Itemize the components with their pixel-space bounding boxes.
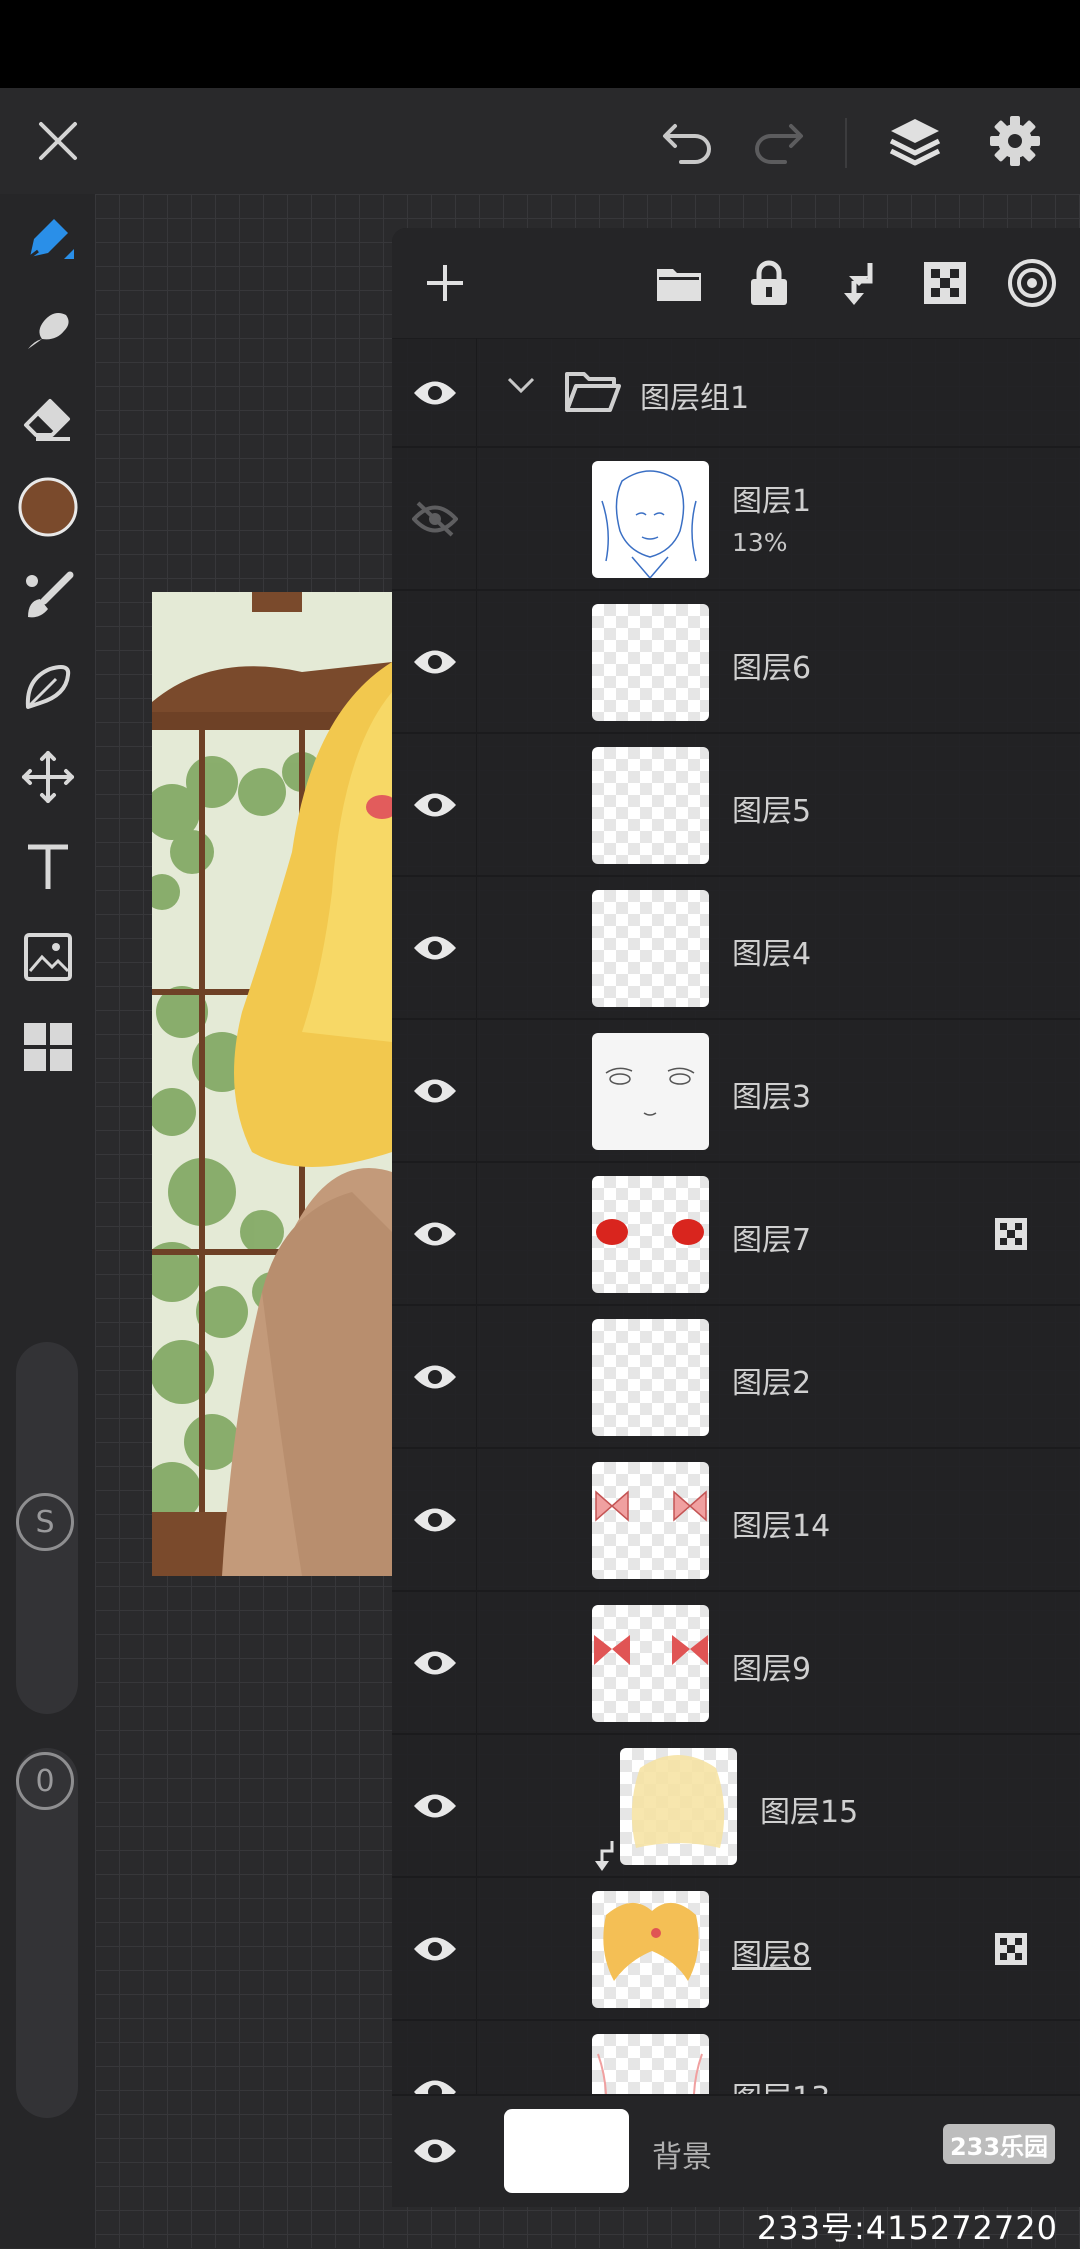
folder-icon	[564, 368, 622, 418]
layer-name: 图层14	[732, 1509, 831, 1544]
move-icon[interactable]	[0, 732, 95, 822]
transparency-icon[interactable]	[908, 246, 982, 320]
close-icon[interactable]	[18, 88, 98, 194]
lock-icon[interactable]	[732, 246, 806, 320]
brush-icon[interactable]	[0, 552, 95, 642]
layer-row[interactable]: 图层4	[392, 877, 1080, 1020]
eye-icon[interactable]	[406, 1628, 464, 1698]
chevron-down-icon[interactable]	[506, 376, 536, 400]
layer-name: 图层1	[732, 484, 812, 519]
undo-icon[interactable]	[648, 88, 728, 194]
layer-row[interactable]: 图层14	[392, 1449, 1080, 1592]
layer-name: 图层3	[732, 1080, 812, 1115]
layer-name: 图层9	[732, 1652, 812, 1687]
layer-name: 图层2	[732, 1366, 812, 1401]
layer-name: 图层4	[732, 937, 812, 972]
settings-icon[interactable]	[975, 88, 1055, 194]
layer-thumbnail	[592, 1033, 709, 1150]
layer-thumbnail	[592, 1462, 709, 1579]
layer-row[interactable]: 图层15	[392, 1735, 1080, 1878]
eye-icon[interactable]	[406, 1771, 464, 1841]
pen-icon[interactable]	[0, 194, 95, 284]
redo-icon[interactable]	[738, 88, 818, 194]
smudge-icon[interactable]	[0, 284, 95, 374]
layer-thumbnail	[592, 1891, 709, 2008]
eye-icon[interactable]	[406, 913, 464, 983]
layers-icon[interactable]	[875, 88, 955, 194]
opacity-badge: 0	[16, 1752, 74, 1810]
background-thumbnail	[504, 2109, 629, 2193]
merge-down-icon[interactable]	[819, 246, 893, 320]
eye-icon[interactable]	[406, 770, 464, 840]
eye-slash-icon[interactable]	[406, 484, 464, 554]
background-layer-name: 背景	[652, 2140, 712, 2175]
layer-name: 图层7	[732, 1223, 812, 1258]
layer-thumbnail	[592, 1319, 709, 1436]
eye-icon[interactable]	[406, 2134, 464, 2168]
layer-row[interactable]: 图层9	[392, 1592, 1080, 1735]
layer-row[interactable]: 图层2	[392, 1306, 1080, 1449]
alpha-lock-icon[interactable]	[994, 1932, 1028, 1966]
alpha-lock-icon[interactable]	[994, 1217, 1028, 1251]
layers-panel: 图层组1 图层1 13% 图层6 图层5 图层4 图层3 图层7 图层2 图层1…	[392, 228, 1080, 2205]
layer-name: 图层15	[760, 1795, 859, 1830]
layer-thumbnail	[592, 1605, 709, 1722]
top-bar	[0, 88, 1080, 194]
grid-icon[interactable]	[0, 1002, 95, 1092]
layer-thumbnail	[592, 890, 709, 1007]
layer-row[interactable]: 图层6	[392, 591, 1080, 734]
artwork-canvas[interactable]	[152, 592, 392, 1576]
topbar-divider	[845, 118, 847, 168]
brand-watermark: 233乐园	[943, 2124, 1055, 2164]
eye-icon[interactable]	[406, 1914, 464, 1984]
layer-thumbnail	[592, 461, 709, 578]
image-import-icon[interactable]	[0, 912, 95, 1002]
add-icon[interactable]	[408, 246, 482, 320]
size-badge: S	[16, 1493, 74, 1551]
layer-thumbnail	[592, 747, 709, 864]
layers-panel-header	[392, 228, 1080, 339]
color-swatch[interactable]	[0, 462, 95, 552]
layer-name: 图层5	[732, 794, 812, 829]
layer-name: 图层6	[732, 651, 812, 686]
eye-icon[interactable]	[406, 1342, 464, 1412]
id-watermark: 233号:415272720	[756, 2209, 1058, 2247]
eye-icon[interactable]	[406, 358, 464, 428]
target-icon[interactable]	[995, 246, 1069, 320]
layer-row[interactable]: 图层7	[392, 1163, 1080, 1306]
lasso-icon[interactable]	[0, 642, 95, 732]
layer-row[interactable]: 图层1 13%	[392, 448, 1080, 591]
eye-icon[interactable]	[406, 1199, 464, 1269]
group-name: 图层组1	[640, 381, 750, 416]
layer-thumbnail	[620, 1748, 737, 1865]
layer-thumbnail	[592, 1176, 709, 1293]
status-bar	[0, 0, 1080, 88]
layer-opacity: 13%	[732, 528, 788, 557]
layer-name: 图层8	[732, 1938, 812, 1973]
eye-icon[interactable]	[406, 1485, 464, 1555]
eye-icon[interactable]	[406, 1056, 464, 1126]
eye-icon[interactable]	[406, 627, 464, 697]
layer-group-row[interactable]: 图层组1	[392, 338, 1080, 448]
layer-row[interactable]: 图层3	[392, 1020, 1080, 1163]
layer-row[interactable]: 图层8	[392, 1878, 1080, 2021]
folder-icon[interactable]	[642, 246, 716, 320]
clipping-arrow-icon	[592, 1839, 618, 1879]
text-icon[interactable]	[0, 822, 95, 912]
eraser-icon[interactable]	[0, 372, 95, 462]
layer-thumbnail	[592, 604, 709, 721]
layer-row[interactable]: 图层5	[392, 734, 1080, 877]
